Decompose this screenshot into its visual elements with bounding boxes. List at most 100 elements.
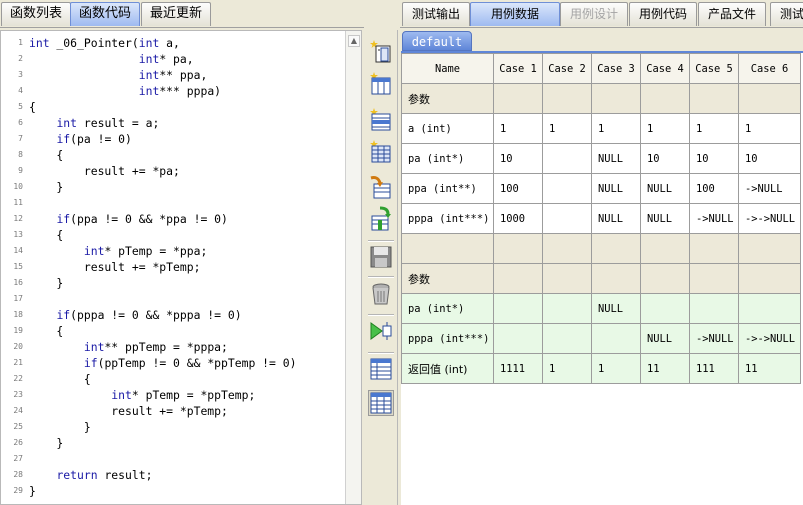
case-value-cell[interactable]: [640, 83, 690, 114]
case-value-cell[interactable]: ->NULL: [738, 173, 801, 204]
case-value-cell[interactable]: 10: [689, 143, 739, 174]
line-number: 20: [13, 342, 23, 351]
case-value-cell[interactable]: [738, 233, 801, 264]
table-view-icon[interactable]: [368, 356, 394, 382]
line-number: 7: [18, 134, 23, 143]
add-param-icon[interactable]: [368, 38, 394, 64]
case-value-cell[interactable]: 1: [493, 113, 543, 144]
subtab-default[interactable]: default: [402, 31, 472, 51]
case-value-cell[interactable]: NULL: [640, 173, 690, 204]
add-column-icon[interactable]: [368, 70, 394, 96]
tab-test[interactable]: 测试: [770, 2, 803, 26]
case-value-cell[interactable]: 1: [542, 353, 592, 384]
case-value-cell[interactable]: 10: [493, 143, 543, 174]
case-value-cell[interactable]: [640, 233, 690, 264]
tab-function-list[interactable]: 函数列表: [1, 2, 72, 26]
case-value-cell[interactable]: NULL: [591, 173, 641, 204]
case-value-cell[interactable]: 11: [640, 353, 690, 384]
header-case[interactable]: Case 1: [493, 53, 543, 84]
case-value-cell[interactable]: 11: [738, 353, 801, 384]
case-value-cell[interactable]: [542, 323, 592, 354]
header-case[interactable]: Case 2: [542, 53, 592, 84]
header-case[interactable]: Case 5: [689, 53, 739, 84]
header-name[interactable]: Name: [401, 53, 494, 84]
case-value-cell[interactable]: [689, 83, 739, 114]
case-value-cell[interactable]: [493, 263, 543, 294]
tab-case-data[interactable]: 用例数据: [470, 2, 561, 26]
case-value-cell[interactable]: [689, 233, 739, 264]
tab-product-files[interactable]: 产品文件: [698, 2, 767, 26]
table-edit-icon[interactable]: [368, 390, 394, 416]
case-value-cell[interactable]: 111: [689, 353, 739, 384]
case-value-cell[interactable]: [591, 233, 641, 264]
case-value-cell[interactable]: [542, 293, 592, 324]
case-value-cell[interactable]: 10: [738, 143, 801, 174]
case-value-cell[interactable]: [493, 233, 543, 264]
case-value-cell[interactable]: [493, 293, 543, 324]
case-value-cell[interactable]: [493, 83, 543, 114]
case-value-cell[interactable]: 1111: [493, 353, 543, 384]
case-value-cell[interactable]: 1: [542, 113, 592, 144]
case-value-cell[interactable]: 10: [640, 143, 690, 174]
case-value-cell[interactable]: [542, 203, 592, 234]
case-value-cell[interactable]: 1: [689, 113, 739, 144]
case-value-cell[interactable]: [738, 263, 801, 294]
tab-recent-updates[interactable]: 最近更新: [141, 2, 212, 26]
grid-icon[interactable]: [368, 138, 394, 164]
code-line: 10 }: [1, 179, 345, 195]
case-value-cell[interactable]: ->->NULL: [738, 203, 801, 234]
case-value-cell[interactable]: NULL: [591, 143, 641, 174]
run-icon[interactable]: [368, 318, 394, 344]
case-value-cell[interactable]: 100: [689, 173, 739, 204]
case-value-cell[interactable]: NULL: [591, 203, 641, 234]
code-text: }: [29, 484, 36, 498]
case-value-cell[interactable]: [591, 263, 641, 294]
case-value-cell[interactable]: 100: [493, 173, 543, 204]
tab-test-output[interactable]: 测试输出: [402, 2, 471, 26]
case-value-cell[interactable]: [542, 263, 592, 294]
code-line: 18 if(pppa != 0 && *pppa != 0): [1, 307, 345, 323]
line-number: 24: [13, 406, 23, 415]
case-value-cell[interactable]: 1: [591, 113, 641, 144]
case-value-cell[interactable]: NULL: [640, 203, 690, 234]
code-line: 3 int** ppa,: [1, 67, 345, 83]
header-case[interactable]: Case 4: [640, 53, 690, 84]
import-icon[interactable]: [368, 174, 394, 200]
case-value-cell[interactable]: 1: [640, 113, 690, 144]
case-value-cell[interactable]: 1: [591, 353, 641, 384]
insert-row-icon[interactable]: [368, 106, 394, 132]
case-value-cell[interactable]: [542, 173, 592, 204]
header-case[interactable]: Case 3: [591, 53, 641, 84]
tab-function-code[interactable]: 函数代码: [70, 2, 141, 26]
export-icon[interactable]: [368, 206, 394, 232]
header-case[interactable]: Case 6: [738, 53, 801, 84]
case-value-cell[interactable]: [542, 233, 592, 264]
case-value-cell[interactable]: [640, 263, 690, 294]
case-value-cell[interactable]: NULL: [591, 293, 641, 324]
code-editor[interactable]: 1 int _06_Pointer(int a, 2 int* pa, 3 int**…: [0, 30, 362, 505]
case-value-cell[interactable]: ->NULL: [689, 323, 739, 354]
case-value-cell[interactable]: [542, 143, 592, 174]
case-value-cell[interactable]: [738, 293, 801, 324]
case-value-cell[interactable]: 1: [738, 113, 801, 144]
case-value-cell[interactable]: [493, 323, 543, 354]
editor-scrollbar[interactable]: ▲: [345, 31, 361, 504]
case-value-cell[interactable]: [689, 293, 739, 324]
trash-icon[interactable]: [368, 280, 394, 306]
case-value-cell[interactable]: 1000: [493, 203, 543, 234]
save-icon[interactable]: [368, 244, 394, 270]
case-value-cell[interactable]: ->NULL: [689, 203, 739, 234]
case-value-cell[interactable]: [738, 83, 801, 114]
case-value-cell[interactable]: [640, 293, 690, 324]
tab-case-code[interactable]: 用例代码: [629, 2, 698, 26]
case-value-cell[interactable]: [689, 263, 739, 294]
case-value-cell[interactable]: NULL: [640, 323, 690, 354]
row-label-cell: 返回值 (int): [401, 353, 494, 384]
case-value-cell[interactable]: [542, 83, 592, 114]
code-line: 19 {: [1, 323, 345, 339]
case-value-cell[interactable]: [591, 323, 641, 354]
case-value-cell[interactable]: [591, 83, 641, 114]
scroll-up-icon[interactable]: ▲: [348, 35, 360, 47]
case-value-cell[interactable]: ->->NULL: [738, 323, 801, 354]
case-data-table[interactable]: Name Case 1 Case 2 Case 3 Case 4 Case 5 Case 6…: [401, 53, 801, 384]
